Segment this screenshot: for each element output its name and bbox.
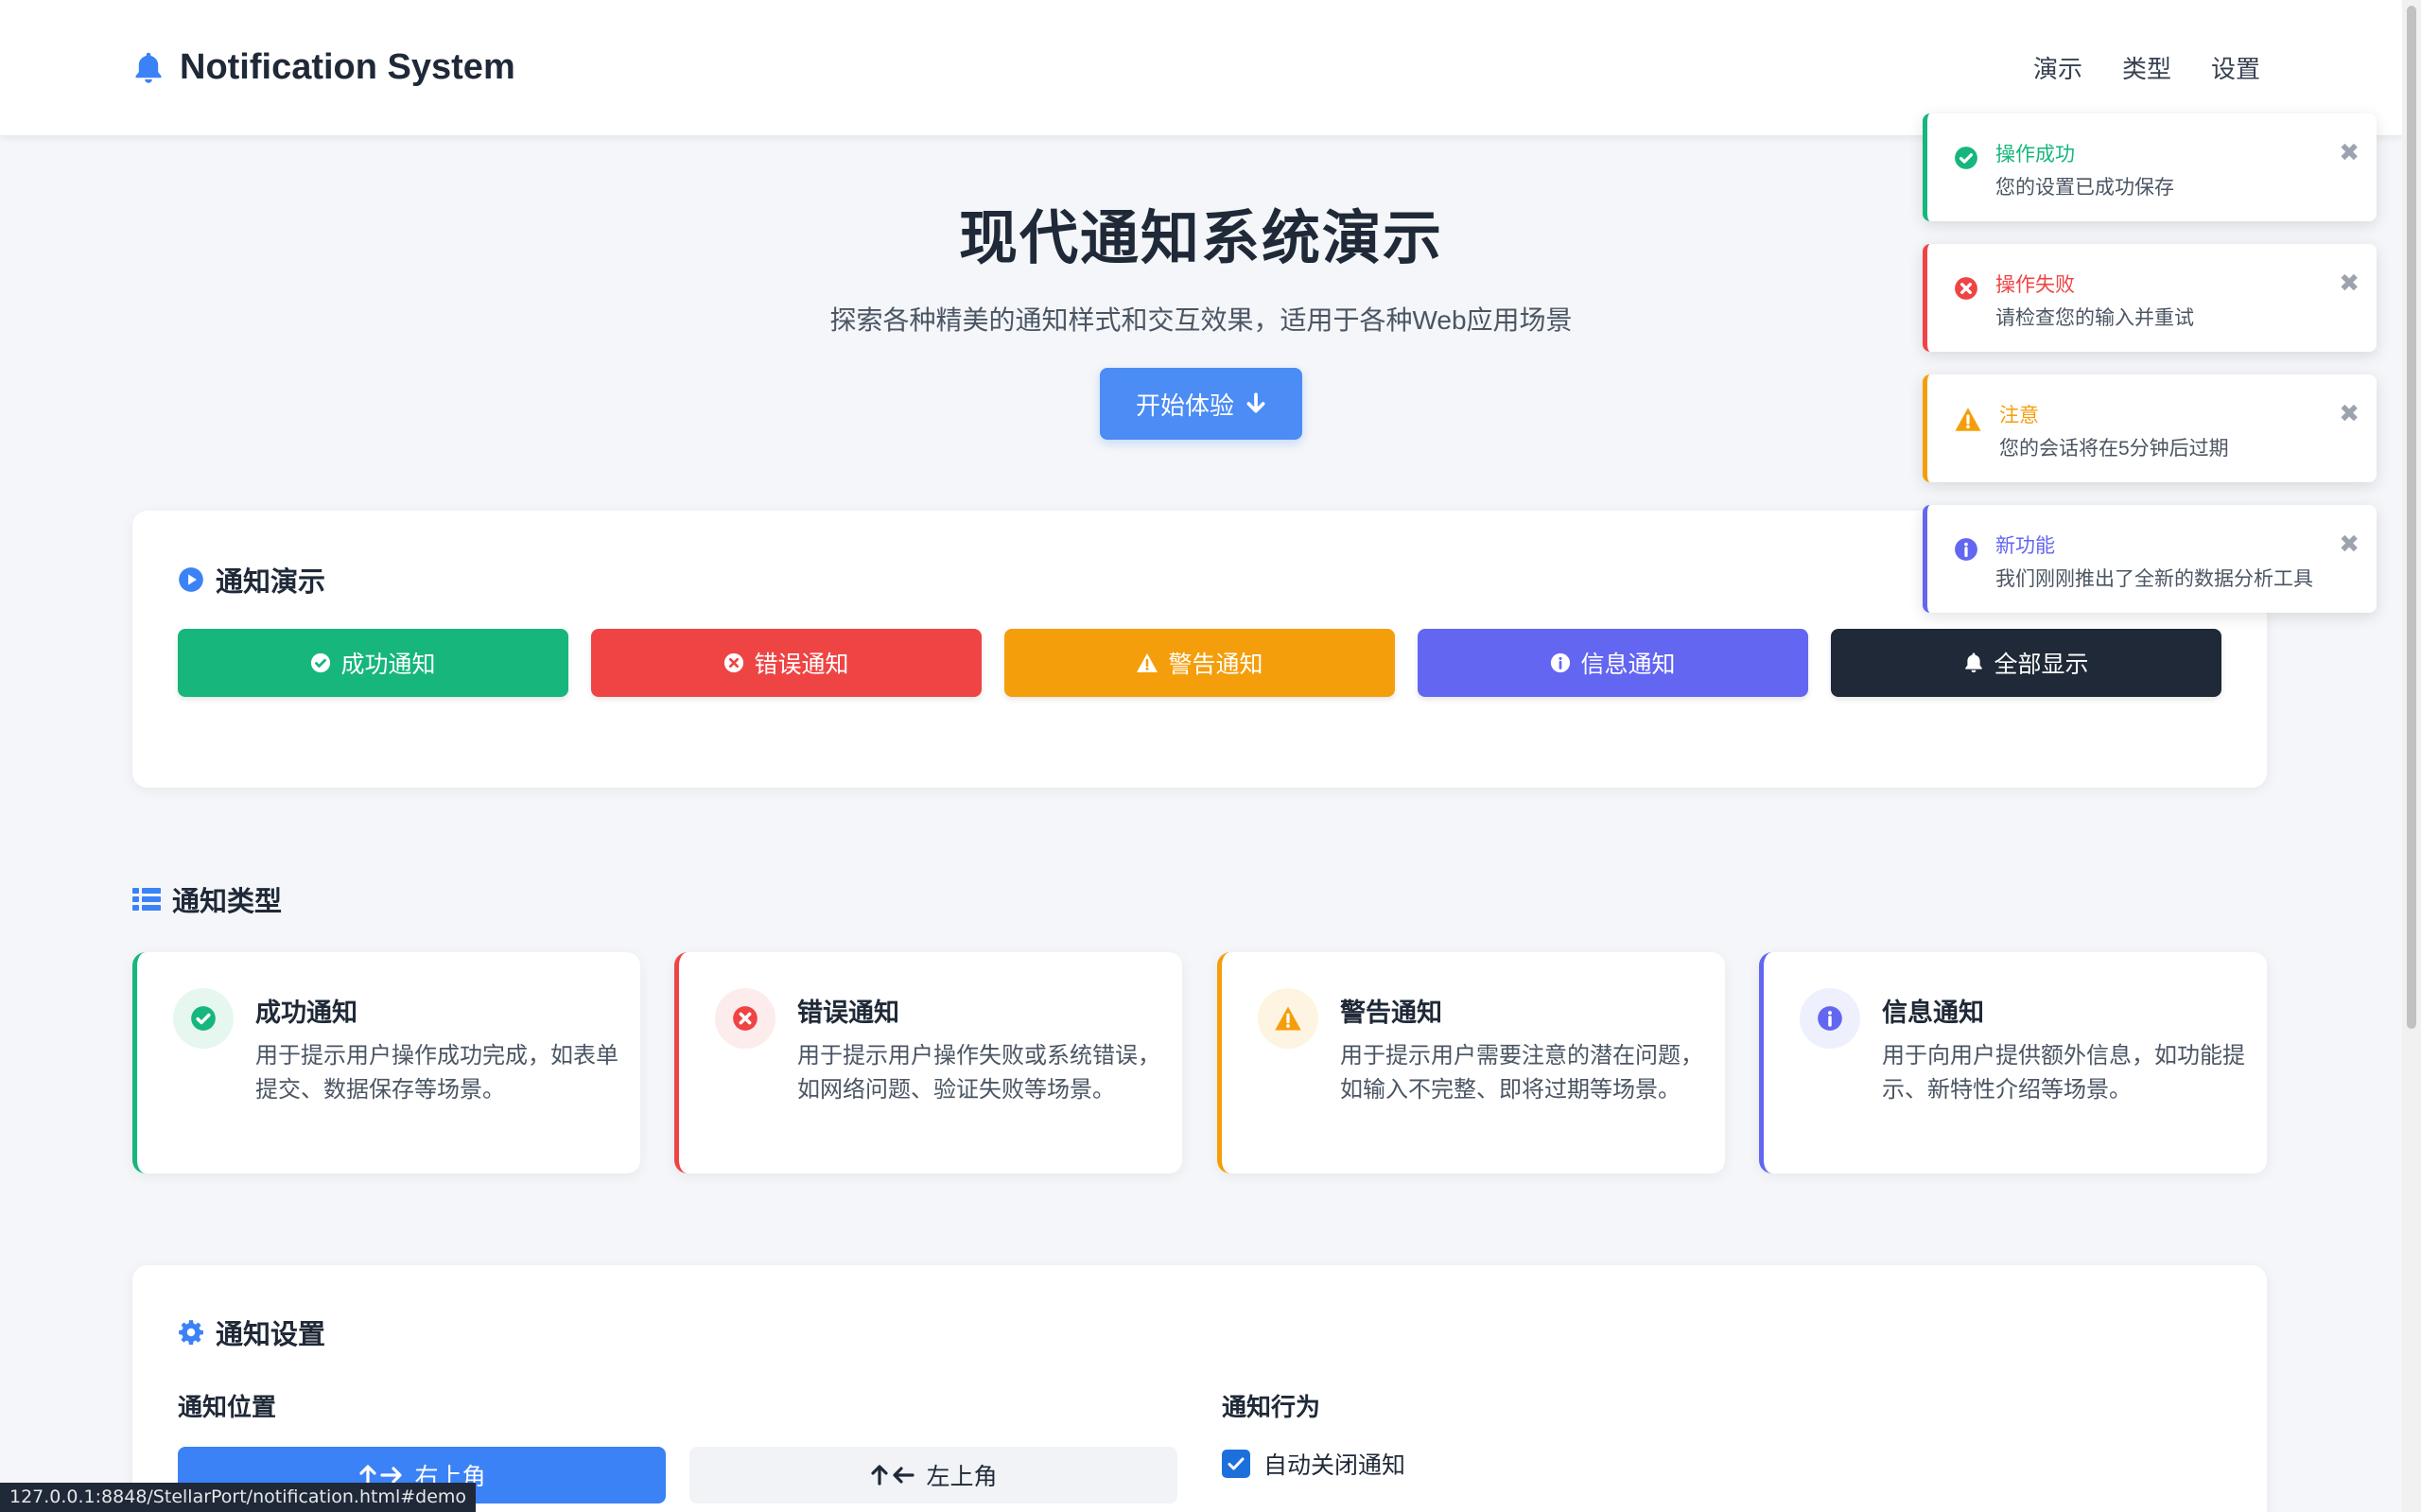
types-title-text: 通知类型: [172, 887, 283, 917]
info-notify-button[interactable]: 信息通知: [1418, 629, 1808, 697]
start-button[interactable]: 开始体验: [1099, 368, 1302, 440]
play-circle-icon: [179, 567, 203, 592]
success-notify-button[interactable]: 成功通知: [178, 629, 568, 697]
x-circle-icon: [733, 1006, 758, 1031]
settings-section: 通知设置 通知位置 右上角 左上角 通知行为 自动关闭通知: [132, 1265, 2267, 1512]
toast-message: 您的设置已成功保存: [1995, 177, 2174, 199]
type-desc: 用于提示用户操作成功完成，如表单提交、数据保存等场景。: [255, 1043, 618, 1103]
toast-warning: 注意 您的会话将在5分钟后过期 ✖: [1923, 374, 2377, 482]
toast-success: 操作成功 您的设置已成功保存 ✖: [1923, 113, 2377, 221]
type-name: 成功通知: [255, 999, 357, 1027]
gear-icon: [179, 1320, 203, 1346]
type-card-success: 成功通知 用于提示用户操作成功完成，如表单提交、数据保存等场景。: [132, 952, 640, 1173]
toast-message: 您的会话将在5分钟后过期: [1999, 438, 2229, 460]
toast-message: 我们刚刚推出了全新的数据分析工具: [1995, 568, 2313, 590]
close-icon[interactable]: ✖: [2339, 399, 2360, 428]
top-left-position-button[interactable]: 左上角: [689, 1447, 1177, 1503]
info-icon: [1955, 538, 1977, 561]
toast-error: 操作失败 请检查您的输入并重试 ✖: [1923, 244, 2377, 352]
page-scrollbar[interactable]: [2402, 0, 2421, 1512]
bell-icon: [1965, 652, 1983, 673]
settings-section-title: 通知设置: [178, 1312, 325, 1352]
error-notify-button[interactable]: 错误通知: [591, 629, 982, 697]
top-left-label: 左上角: [926, 1464, 998, 1490]
toast-message: 请检查您的输入并重试: [1995, 307, 2194, 329]
x-circle-icon: [1955, 277, 1977, 300]
demo-title-text: 通知演示: [216, 567, 326, 598]
success-notify-label: 成功通知: [340, 652, 436, 678]
check-circle-icon: [1955, 147, 1977, 169]
type-desc: 用于向用户提供额外信息，如功能提示、新特性介绍等场景。: [1882, 1043, 2245, 1103]
toast-title: 新功能: [1995, 535, 2055, 557]
toast-info: 新功能 我们刚刚推出了全新的数据分析工具 ✖: [1923, 505, 2377, 613]
type-card-info: 信息通知 用于向用户提供额外信息，如功能提示、新特性介绍等场景。: [1759, 952, 2267, 1173]
info-icon: [1818, 1006, 1842, 1031]
start-button-label: 开始体验: [1135, 391, 1234, 420]
types-section-title: 通知类型: [132, 879, 282, 919]
toast-title: 注意: [1999, 405, 2039, 426]
main-nav: 演示 类型 设置: [2033, 50, 2260, 85]
close-icon[interactable]: ✖: [2339, 269, 2360, 298]
arrow-down-icon: [1246, 392, 1265, 413]
warning-notify-button[interactable]: 警告通知: [1004, 629, 1395, 697]
type-name: 警告通知: [1340, 999, 1442, 1027]
warning-notify-label: 警告通知: [1168, 652, 1263, 678]
type-name: 错误通知: [797, 999, 899, 1027]
x-circle-icon: [724, 652, 744, 673]
behavior-title: 通知行为: [1222, 1393, 1321, 1421]
position-title: 通知位置: [178, 1393, 277, 1421]
type-name: 信息通知: [1882, 999, 1984, 1027]
type-icon-bg: [173, 988, 234, 1049]
nav-demo-link[interactable]: 演示: [2033, 50, 2082, 85]
type-icon-bg: [1258, 988, 1318, 1049]
scrollbar-thumb[interactable]: [2407, 6, 2416, 1029]
warning-icon: [1955, 408, 1981, 431]
check-circle-icon: [191, 1006, 216, 1031]
toast-title: 操作失败: [1995, 274, 2075, 296]
demo-section-title: 通知演示: [178, 560, 325, 600]
show-all-label: 全部显示: [1994, 652, 2089, 678]
check-icon: [1228, 1457, 1245, 1470]
settings-title-text: 通知设置: [216, 1320, 326, 1350]
error-notify-label: 错误通知: [754, 652, 849, 678]
arrow-up-left-icon: [871, 1465, 915, 1486]
status-bar-url: 127.0.0.1:8848/StellarPort/notification.…: [0, 1483, 477, 1512]
brand[interactable]: Notification System: [132, 47, 515, 88]
warning-icon: [1275, 1006, 1301, 1031]
nav-settings-link[interactable]: 设置: [2211, 50, 2260, 85]
type-desc: 用于提示用户操作失败或系统错误，如网络问题、验证失败等场景。: [797, 1043, 1160, 1103]
list-icon: [132, 888, 161, 911]
type-icon-bg: [1800, 988, 1860, 1049]
close-icon[interactable]: ✖: [2339, 138, 2360, 167]
bell-icon: [135, 52, 162, 83]
type-icon-bg: [715, 988, 775, 1049]
nav-types-link[interactable]: 类型: [2122, 50, 2171, 85]
show-all-button[interactable]: 全部显示: [1831, 629, 2221, 697]
demo-button-row: 成功通知 错误通知 警告通知 信息通知 全部显示: [178, 629, 2221, 697]
info-icon: [1551, 652, 1571, 673]
auto-close-checkbox[interactable]: [1222, 1450, 1250, 1478]
info-notify-label: 信息通知: [1580, 652, 1676, 678]
type-card-warning: 警告通知 用于提示用户需要注意的潜在问题，如输入不完整、即将过期等场景。: [1217, 952, 1725, 1173]
toast-title: 操作成功: [1995, 144, 2075, 165]
type-card-error: 错误通知 用于提示用户操作失败或系统错误，如网络问题、验证失败等场景。: [674, 952, 1182, 1173]
close-icon[interactable]: ✖: [2339, 530, 2360, 559]
auto-close-option[interactable]: 自动关闭通知: [1222, 1447, 1405, 1481]
check-circle-icon: [311, 652, 331, 673]
warning-icon: [1137, 653, 1158, 672]
type-desc: 用于提示用户需要注意的潜在问题，如输入不完整、即将过期等场景。: [1340, 1043, 1703, 1103]
auto-close-label: 自动关闭通知: [1263, 1452, 1406, 1479]
brand-title: Notification System: [180, 47, 515, 87]
